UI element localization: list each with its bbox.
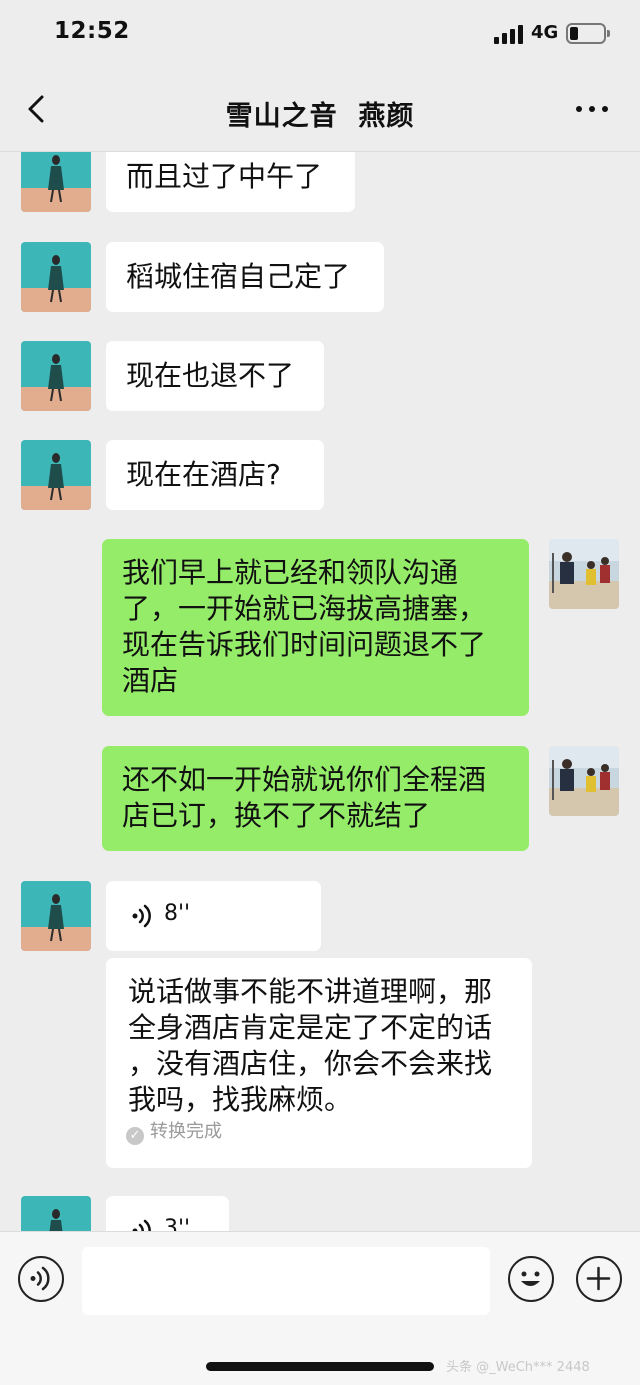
chat-title: 雪山之音 燕颜 bbox=[225, 101, 415, 132]
battery-icon bbox=[566, 23, 610, 44]
status-bar: 12:52 4G bbox=[0, 0, 640, 66]
network-type: 4G bbox=[531, 22, 559, 43]
message-bubble[interactable]: 现在在酒店? bbox=[106, 440, 324, 510]
message-bubble[interactable]: 而且过了中午了 bbox=[106, 152, 355, 212]
self-avatar[interactable] bbox=[549, 539, 619, 609]
voice-wave-icon bbox=[132, 1219, 151, 1231]
contact-avatar[interactable] bbox=[21, 881, 91, 951]
contact-avatar[interactable] bbox=[21, 1196, 91, 1231]
voice-duration: 8'' bbox=[164, 901, 191, 926]
voice-wave-icon bbox=[132, 904, 151, 928]
chat-header: 雪山之音 燕颜 bbox=[0, 66, 640, 152]
check-icon: ✓ bbox=[126, 1127, 144, 1145]
emoji-button[interactable] bbox=[508, 1256, 554, 1302]
signal-icon bbox=[494, 25, 524, 44]
message-bubble[interactable]: 还不如一开始就说你们全程酒 店已订，换不了不就结了 bbox=[102, 746, 529, 851]
message-list[interactable]: 而且过了中午了 稻城住宿自己定了 现在也退不了 现在在酒店? 我们早上就已经和领… bbox=[0, 152, 640, 1231]
back-icon[interactable] bbox=[22, 94, 52, 124]
contact-avatar[interactable] bbox=[21, 152, 91, 212]
status-time: 12:52 bbox=[54, 18, 130, 44]
message-input[interactable] bbox=[82, 1247, 490, 1315]
message-bubble[interactable]: 现在也退不了 bbox=[106, 341, 324, 411]
message-bubble[interactable]: 我们早上就已经和领队沟通 了，一开始就已海拔高搪塞， 现在告诉我们时间问题退不了… bbox=[102, 539, 529, 716]
voice-duration: 3'' bbox=[164, 1216, 191, 1231]
transcript-status: ✓ 转换完成 bbox=[126, 1114, 222, 1150]
plus-icon bbox=[586, 1266, 611, 1291]
voice-mode-button[interactable] bbox=[18, 1256, 64, 1302]
contact-avatar[interactable] bbox=[21, 440, 91, 510]
transcript-status-label: 转换完成 bbox=[150, 1121, 222, 1142]
contact-avatar[interactable] bbox=[21, 341, 91, 411]
emoji-icon bbox=[521, 1271, 540, 1286]
self-avatar[interactable] bbox=[549, 746, 619, 816]
contact-avatar[interactable] bbox=[21, 242, 91, 312]
more-functions-button[interactable] bbox=[576, 1256, 622, 1302]
voice-message[interactable]: 8'' bbox=[106, 881, 321, 951]
transcript-text: 说话做事不能不讲道理啊，那 全身酒店肯定是定了不定的话 ，没有酒店住，你会不会来… bbox=[128, 975, 493, 1116]
voice-transcript[interactable]: 说话做事不能不讲道理啊，那 全身酒店肯定是定了不定的话 ，没有酒店住，你会不会来… bbox=[106, 958, 532, 1168]
message-bubble[interactable]: 稻城住宿自己定了 bbox=[106, 242, 384, 312]
watermark: 头条 @_WeCh*** 2448 bbox=[446, 1360, 590, 1375]
more-icon[interactable] bbox=[572, 102, 612, 116]
home-indicator[interactable] bbox=[206, 1362, 434, 1371]
voice-message[interactable]: 3'' bbox=[106, 1196, 229, 1231]
voice-icon bbox=[30, 1266, 50, 1291]
input-bar: 头条 @_WeCh*** 2448 bbox=[0, 1231, 640, 1385]
